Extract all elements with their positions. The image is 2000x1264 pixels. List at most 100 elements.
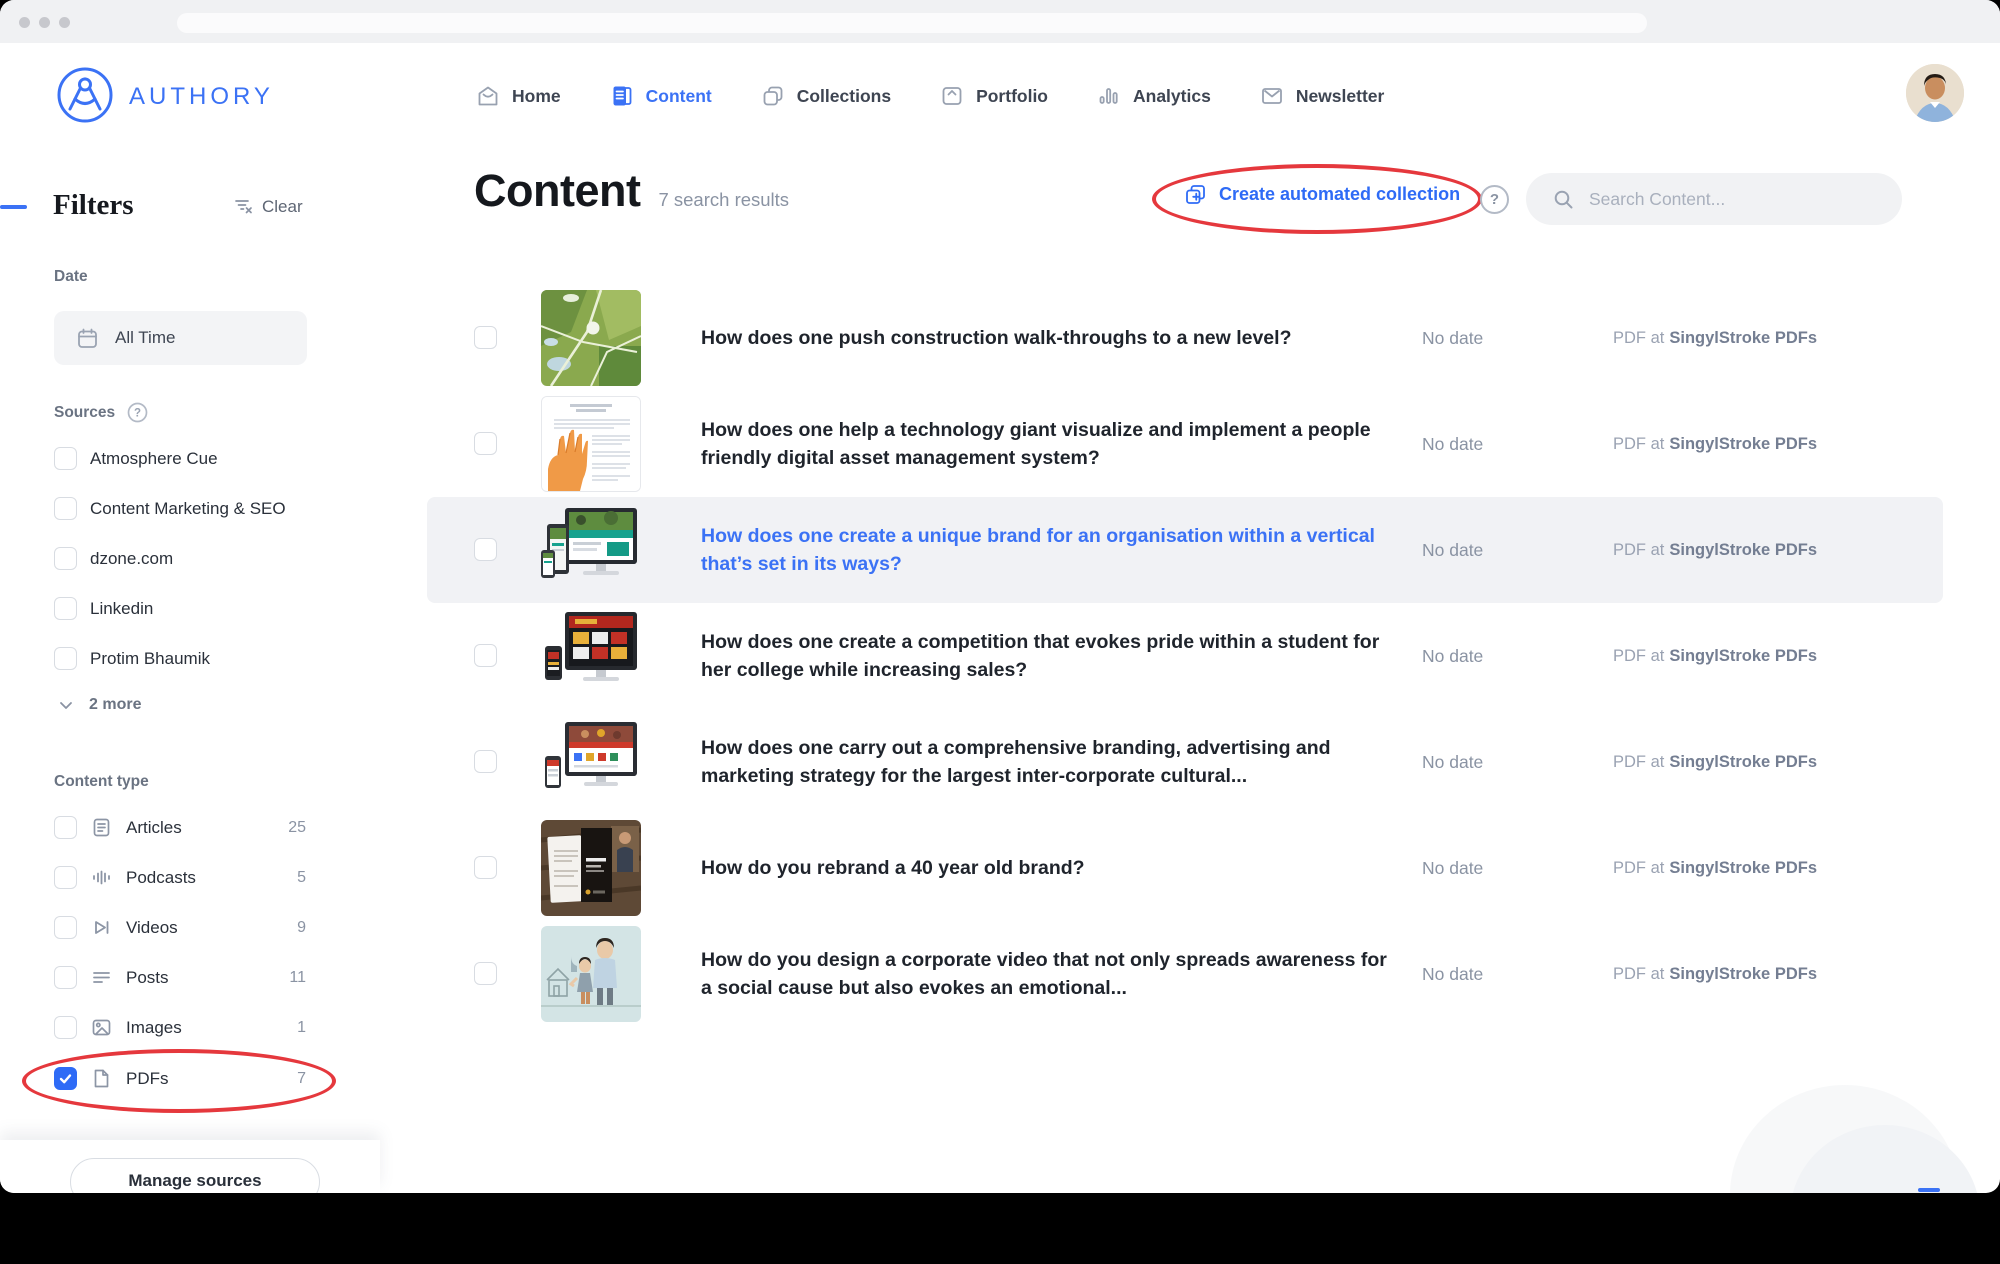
- row-checkbox[interactable]: [474, 644, 497, 667]
- row-checkbox[interactable]: [474, 326, 497, 349]
- search-placeholder: Search Content...: [1589, 189, 1725, 210]
- checkbox[interactable]: [54, 1016, 77, 1039]
- manage-sources-button[interactable]: Manage sources: [70, 1158, 320, 1193]
- type-label: Articles: [126, 818, 182, 838]
- source-filter-dzone[interactable]: dzone.com: [54, 547, 173, 570]
- content-title[interactable]: How does one push construction walk-thro…: [701, 285, 1401, 391]
- show-more-sources-button[interactable]: 2 more: [57, 696, 141, 714]
- content-title[interactable]: How do you rebrand a 40 year old brand?: [701, 815, 1401, 921]
- nav-item-home[interactable]: Home: [475, 83, 561, 109]
- source-label: Content Marketing & SEO: [90, 499, 286, 519]
- question-circle-icon[interactable]: ?: [1480, 185, 1509, 214]
- source-label: Atmosphere Cue: [90, 449, 218, 469]
- table-row-highlighted[interactable]: How does one create a unique brand for a…: [427, 497, 1943, 603]
- table-row[interactable]: How do you design a corporate video that…: [427, 921, 1943, 1027]
- browser-window: AUTHORY Home Content: [0, 0, 2000, 1193]
- type-filter-pdfs[interactable]: PDFs 7: [54, 1067, 306, 1090]
- checkbox[interactable]: [54, 497, 77, 520]
- checkbox-checked[interactable]: [54, 1067, 77, 1090]
- source-filter-content-marketing[interactable]: Content Marketing & SEO: [54, 497, 286, 520]
- newsletter-icon: [1259, 83, 1285, 109]
- type-filter-images[interactable]: Images 1: [54, 1016, 306, 1039]
- table-row[interactable]: How does one create a competition that e…: [427, 603, 1943, 709]
- content-title[interactable]: How does one create a competition that e…: [701, 603, 1401, 709]
- content-title[interactable]: How does one create a unique brand for a…: [701, 497, 1401, 603]
- content-title[interactable]: How does one help a technology giant vis…: [701, 391, 1401, 497]
- type-label: PDFs: [126, 1069, 169, 1089]
- type-filter-videos[interactable]: Videos 9: [54, 916, 306, 939]
- nav-item-portfolio[interactable]: Portfolio: [939, 83, 1048, 109]
- svg-text:?: ?: [134, 408, 141, 420]
- checkbox[interactable]: [54, 916, 77, 939]
- main-nav: Home Content Collections: [475, 78, 1384, 114]
- thumbnail-document-hand[interactable]: [541, 396, 641, 492]
- manage-sources-label: Manage sources: [128, 1171, 261, 1193]
- traffic-light-zoom-icon[interactable]: [59, 17, 70, 28]
- home-icon: [475, 83, 501, 109]
- video-icon: [90, 916, 113, 939]
- date-cell: No date: [1422, 921, 1483, 1027]
- nav-item-content[interactable]: Content: [609, 83, 712, 109]
- content-title[interactable]: How does one carry out a comprehensive b…: [701, 709, 1401, 815]
- content-title[interactable]: How do you design a corporate video that…: [701, 921, 1401, 1027]
- search-icon: [1552, 188, 1575, 211]
- thumbnail-brochure-pages[interactable]: [541, 820, 641, 916]
- checkbox[interactable]: [54, 447, 77, 470]
- nav-item-analytics[interactable]: Analytics: [1096, 83, 1211, 109]
- sources-section-label: Sources: [54, 404, 115, 422]
- nav-label: Analytics: [1133, 86, 1211, 107]
- clear-filters-button[interactable]: Clear: [233, 196, 303, 217]
- search-input[interactable]: Search Content...: [1526, 173, 1902, 225]
- article-icon: [90, 816, 113, 839]
- checkbox[interactable]: [54, 647, 77, 670]
- thumbnail-devices-dark-site[interactable]: [541, 608, 641, 704]
- source-cell: PDF atSingylStroke PDFs: [1613, 391, 1817, 497]
- table-row[interactable]: How do you rebrand a 40 year old brand? …: [427, 815, 1943, 921]
- source-filter-linkedin[interactable]: Linkedin: [54, 597, 153, 620]
- content-icon: [609, 83, 635, 109]
- date-range-value: All Time: [115, 328, 175, 348]
- type-label: Podcasts: [126, 868, 196, 888]
- thumbnail-devices-red-site[interactable]: [541, 714, 641, 810]
- traffic-light-minimize-icon[interactable]: [39, 17, 50, 28]
- source-filter-protim-bhaumik[interactable]: Protim Bhaumik: [54, 647, 210, 670]
- type-count: 25: [288, 819, 306, 837]
- thumbnail-devices-teal-site[interactable]: [541, 502, 641, 598]
- checkbox[interactable]: [54, 866, 77, 889]
- row-checkbox[interactable]: [474, 432, 497, 455]
- traffic-light-close-icon[interactable]: [19, 17, 30, 28]
- nav-item-newsletter[interactable]: Newsletter: [1259, 83, 1385, 109]
- thumbnail-illustration-people[interactable]: [541, 926, 641, 1022]
- row-checkbox[interactable]: [474, 856, 497, 879]
- filter-clear-icon: [233, 196, 254, 217]
- brand-wordmark[interactable]: AUTHORY: [129, 83, 274, 111]
- browser-chrome-bar: [0, 0, 2000, 43]
- checkbox[interactable]: [54, 966, 77, 989]
- date-range-button[interactable]: All Time: [54, 311, 307, 365]
- table-row[interactable]: How does one carry out a comprehensive b…: [427, 709, 1943, 815]
- checkbox[interactable]: [54, 547, 77, 570]
- page-title: Content: [474, 165, 640, 217]
- authory-a-icon[interactable]: [56, 66, 114, 124]
- type-filter-podcasts[interactable]: Podcasts 5: [54, 866, 306, 889]
- question-circle-icon[interactable]: ?: [127, 402, 148, 423]
- table-row[interactable]: How does one push construction walk-thro…: [427, 285, 1943, 391]
- checkbox[interactable]: [54, 597, 77, 620]
- source-filter-atmosphere-cue[interactable]: Atmosphere Cue: [54, 447, 218, 470]
- podcast-icon: [90, 866, 113, 889]
- type-filter-posts[interactable]: Posts 11: [54, 966, 306, 989]
- thumbnail-map-aerial[interactable]: [541, 290, 641, 386]
- table-row[interactable]: How does one help a technology giant vis…: [427, 391, 1943, 497]
- row-checkbox[interactable]: [474, 750, 497, 773]
- row-checkbox[interactable]: [474, 538, 497, 561]
- url-bar[interactable]: [177, 13, 1647, 33]
- user-avatar[interactable]: [1906, 64, 1964, 122]
- date-cell: No date: [1422, 497, 1483, 603]
- nav-label: Newsletter: [1296, 86, 1385, 107]
- type-filter-articles[interactable]: Articles 25: [54, 816, 306, 839]
- create-automated-collection-button[interactable]: Create automated collection: [1183, 182, 1460, 207]
- checkbox[interactable]: [54, 816, 77, 839]
- row-checkbox[interactable]: [474, 962, 497, 985]
- create-collection-label: Create automated collection: [1219, 184, 1460, 205]
- nav-item-collections[interactable]: Collections: [760, 83, 891, 109]
